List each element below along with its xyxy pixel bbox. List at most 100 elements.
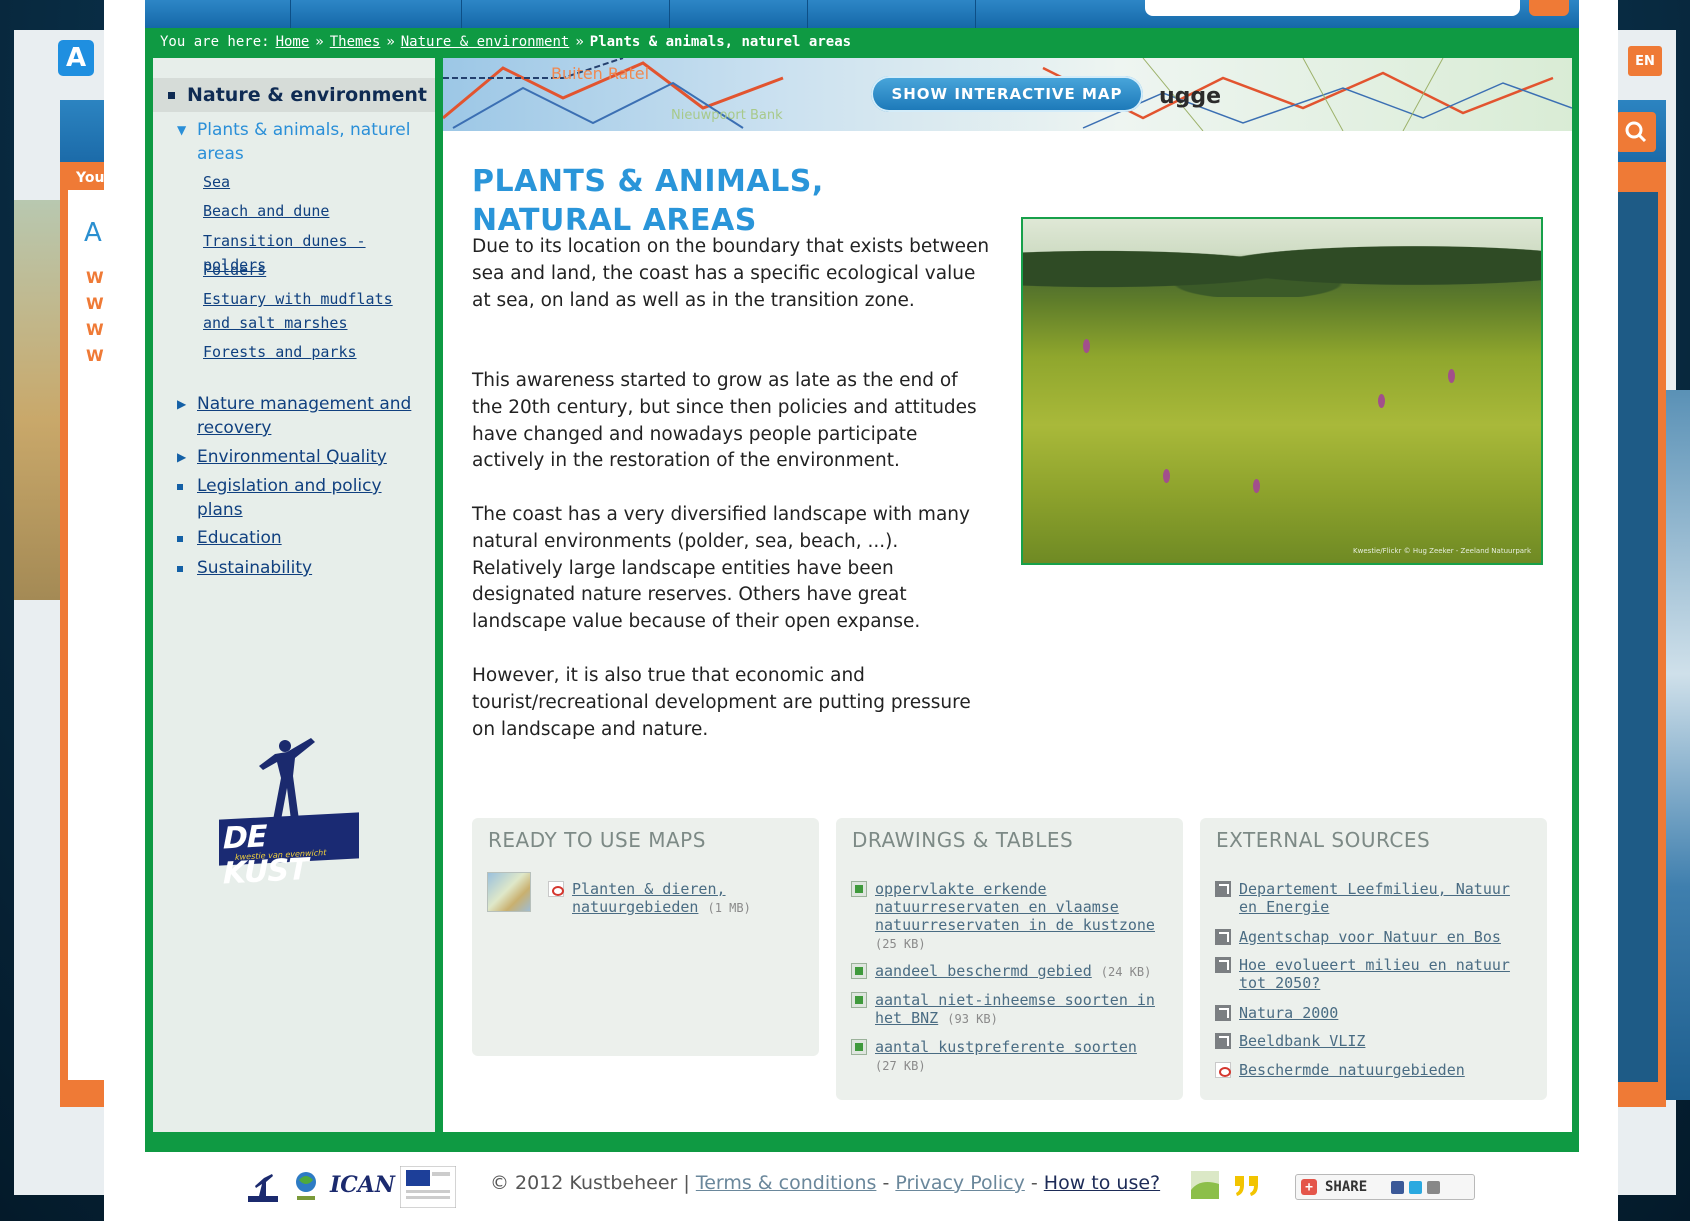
twitter-icon[interactable] xyxy=(1409,1180,1423,1194)
ican-logo[interactable]: ICAN xyxy=(330,1172,395,1198)
external-link[interactable]: Departement Leefmilieu, Natuur en Energi… xyxy=(1239,880,1535,916)
spreadsheet-icon xyxy=(851,963,867,979)
sidebar-subitem-forests-parks[interactable]: Forests and parks xyxy=(203,340,425,364)
breadcrumb: You are here: Home » Themes » Nature & e… xyxy=(160,31,851,53)
top-search-button[interactable] xyxy=(1529,0,1569,16)
caret-right-icon: ▶ xyxy=(177,450,187,464)
external-link-item[interactable]: Agentschap voor Natuur en Bos xyxy=(1215,928,1535,946)
facebook-icon[interactable] xyxy=(1391,1180,1405,1194)
sidebar-item-legislation[interactable]: Legislation and policy plans xyxy=(177,474,429,522)
background-search-icon[interactable] xyxy=(1616,112,1656,152)
spreadsheet-icon xyxy=(851,992,867,1008)
sidebar: Nature & environment ▼ Plants & animals,… xyxy=(153,58,435,1132)
map-thumbnail[interactable] xyxy=(487,872,531,912)
download-link[interactable]: oppervlakte erkende natuurreservaten en … xyxy=(875,880,1155,934)
breadcrumb-separator: » xyxy=(386,34,395,50)
box-title: EXTERNAL SOURCES xyxy=(1216,828,1431,852)
terms-link[interactable]: Terms & conditions xyxy=(696,1172,877,1194)
top-navigation xyxy=(145,0,1579,28)
sidebar-subitem-sea[interactable]: Sea xyxy=(203,170,425,194)
kust-logo-small-icon[interactable] xyxy=(246,1172,282,1202)
download-link-item[interactable]: Planten & dieren, natuurgebieden (1 MB) xyxy=(548,880,808,917)
body-paragraph: This awareness started to grow as late a… xyxy=(472,370,977,472)
quote-icon[interactable] xyxy=(1232,1170,1262,1200)
breadcrumb-home-link[interactable]: Home xyxy=(276,34,310,50)
top-search-input[interactable] xyxy=(1145,0,1520,16)
background-you-text: You xyxy=(76,170,105,186)
breadcrumb-separator: » xyxy=(315,34,324,50)
background-w-letter: W xyxy=(86,294,104,313)
external-link-item[interactable]: Beschermde natuurgebieden xyxy=(1215,1061,1535,1079)
sidebar-item-plants-animals[interactable]: ▼ Plants & animals, naturel areas xyxy=(177,118,429,166)
spreadsheet-icon xyxy=(851,1039,867,1055)
sidebar-item-label: Legislation and policy plans xyxy=(197,476,382,520)
square-bullet-icon xyxy=(177,556,187,580)
external-link-item[interactable]: Departement Leefmilieu, Natuur en Energi… xyxy=(1215,880,1535,916)
external-link[interactable]: Hoe evolueert milieu en natuur tot 2050? xyxy=(1239,956,1535,992)
plus-icon: + xyxy=(1301,1179,1317,1195)
download-link[interactable]: Planten & dieren, natuurgebieden xyxy=(572,880,726,916)
external-link[interactable]: Beschermde natuurgebieden xyxy=(1239,1061,1465,1079)
background-w-letter: W xyxy=(86,320,104,339)
download-link[interactable]: aandeel beschermd gebied xyxy=(875,962,1092,980)
breadcrumb-nature-link[interactable]: Nature & environment xyxy=(401,34,570,50)
show-interactive-map-button[interactable]: SHOW INTERACTIVE MAP xyxy=(871,76,1143,112)
sidebar-subitem-estuary[interactable]: Estuary with mudflats and salt marshes xyxy=(203,287,425,335)
email-icon[interactable] xyxy=(1427,1180,1441,1194)
sidebar-item-education[interactable]: Education xyxy=(177,526,429,550)
external-link[interactable]: Agentschap voor Natuur en Bos xyxy=(1239,928,1501,946)
download-link[interactable]: aantal kustpreferente soorten xyxy=(875,1038,1137,1056)
external-link[interactable]: Natura 2000 xyxy=(1239,1004,1338,1022)
square-bullet-icon xyxy=(177,474,187,498)
sidebar-heading[interactable]: Nature & environment xyxy=(153,78,435,112)
dune-meadow-photo: Kwestie/Flickr © Hug Zeeker - Zeeland Na… xyxy=(1021,217,1543,565)
privacy-link[interactable]: Privacy Policy xyxy=(895,1172,1024,1194)
download-link-item[interactable]: aandeel beschermd gebied (24 KB) xyxy=(851,962,1171,981)
eu-flag-logo-icon[interactable] xyxy=(400,1166,456,1208)
sidebar-item-environmental-quality[interactable]: ▶ Environmental Quality xyxy=(177,445,429,469)
sidebar-heading-label: Nature & environment xyxy=(187,84,427,106)
file-size: (93 KB) xyxy=(947,1012,998,1026)
share-button[interactable]: + SHARE xyxy=(1295,1174,1475,1200)
sidebar-subitem-beach-dune[interactable]: Beach and dune xyxy=(203,199,425,223)
breadcrumb-separator: » xyxy=(575,34,584,50)
download-link-item[interactable]: oppervlakte erkende natuurreservaten en … xyxy=(851,880,1171,953)
breadcrumb-themes-link[interactable]: Themes xyxy=(330,34,381,50)
caret-right-icon: ▶ xyxy=(177,397,187,411)
download-link[interactable]: aantal niet-inheemse soorten in het BNZ xyxy=(875,991,1155,1027)
language-button[interactable]: EN xyxy=(1628,46,1662,76)
background-a-letter: A xyxy=(84,218,102,248)
external-link-item[interactable]: Hoe evolueert milieu en natuur tot 2050? xyxy=(1215,956,1535,992)
external-link-icon xyxy=(1215,929,1231,945)
map-app-icon[interactable] xyxy=(1190,1170,1220,1200)
footer-separator: - xyxy=(882,1172,890,1194)
map-strip[interactable]: Buiten Ratel Nieuwpoort Bank SHOW INTERA… xyxy=(443,58,1572,131)
de-kust-logo: DE KUST kwestie van evenwicht xyxy=(215,732,365,891)
how-to-use-link[interactable]: How to use? xyxy=(1044,1172,1160,1194)
app-a-icon[interactable]: A xyxy=(58,40,94,76)
sidebar-item-label: Plants & animals, naturel areas xyxy=(197,120,411,164)
box-ready-to-use-maps: READY TO USE MAPS Planten & dieren, natu… xyxy=(472,818,819,1056)
box-title: READY TO USE MAPS xyxy=(488,828,706,852)
body-paragraph: Due to its location on the boundary that… xyxy=(472,236,990,311)
external-link-item[interactable]: Natura 2000 xyxy=(1215,1004,1535,1022)
download-link-item[interactable]: aantal niet-inheemse soorten in het BNZ … xyxy=(851,991,1171,1028)
map-place-label: Nieuwpoort Bank xyxy=(671,108,783,123)
download-link-item[interactable]: aantal kustpreferente soorten (27 KB) xyxy=(851,1038,1171,1075)
share-label: SHARE xyxy=(1325,1179,1368,1195)
sidebar-subitem-polders[interactable]: Polders xyxy=(203,258,425,282)
globe-logo-icon[interactable] xyxy=(294,1170,318,1202)
external-link[interactable]: Beeldbank VLIZ xyxy=(1239,1032,1365,1050)
sidebar-item-sustainability[interactable]: Sustainability xyxy=(177,556,429,580)
pdf-icon xyxy=(1215,1062,1231,1078)
external-link-icon xyxy=(1215,881,1231,897)
background-w-letter: W xyxy=(86,268,104,287)
external-link-icon xyxy=(1215,957,1231,973)
sidebar-item-nature-management[interactable]: ▶ Nature management and recovery xyxy=(177,392,429,440)
page-title: PLANTS & ANIMALS, NATURAL AREAS xyxy=(472,164,824,238)
photo-credit: Kwestie/Flickr © Hug Zeeker - Zeeland Na… xyxy=(1353,547,1531,555)
file-size: (27 KB) xyxy=(875,1059,926,1073)
external-link-icon xyxy=(1215,1033,1231,1049)
external-link-item[interactable]: Beeldbank VLIZ xyxy=(1215,1032,1535,1050)
main-content: Buiten Ratel Nieuwpoort Bank SHOW INTERA… xyxy=(443,58,1572,1132)
